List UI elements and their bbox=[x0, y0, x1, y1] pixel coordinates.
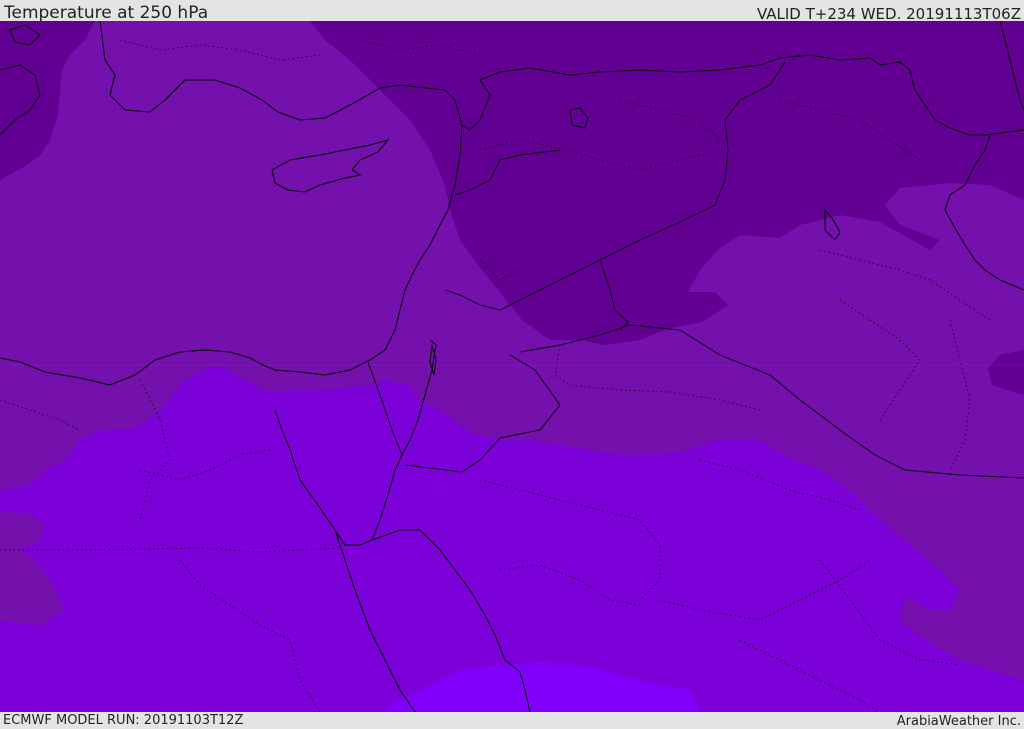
credit-label: ArabiaWeather Inc. bbox=[896, 714, 1021, 729]
model-run-label: ECMWF MODEL RUN: 20191103T12Z bbox=[3, 713, 244, 728]
weather-map-window: Temperature at 250 hPa VALID T+234 WED. … bbox=[0, 0, 1024, 729]
header-bar: Temperature at 250 hPa VALID T+234 WED. … bbox=[0, 0, 1024, 23]
map-title: Temperature at 250 hPa bbox=[4, 3, 209, 23]
map-canvas bbox=[0, 21, 1024, 712]
footer-bar: ECMWF MODEL RUN: 20191103T12Z ArabiaWeat… bbox=[0, 712, 1024, 729]
temperature-map[interactable] bbox=[0, 21, 1024, 712]
